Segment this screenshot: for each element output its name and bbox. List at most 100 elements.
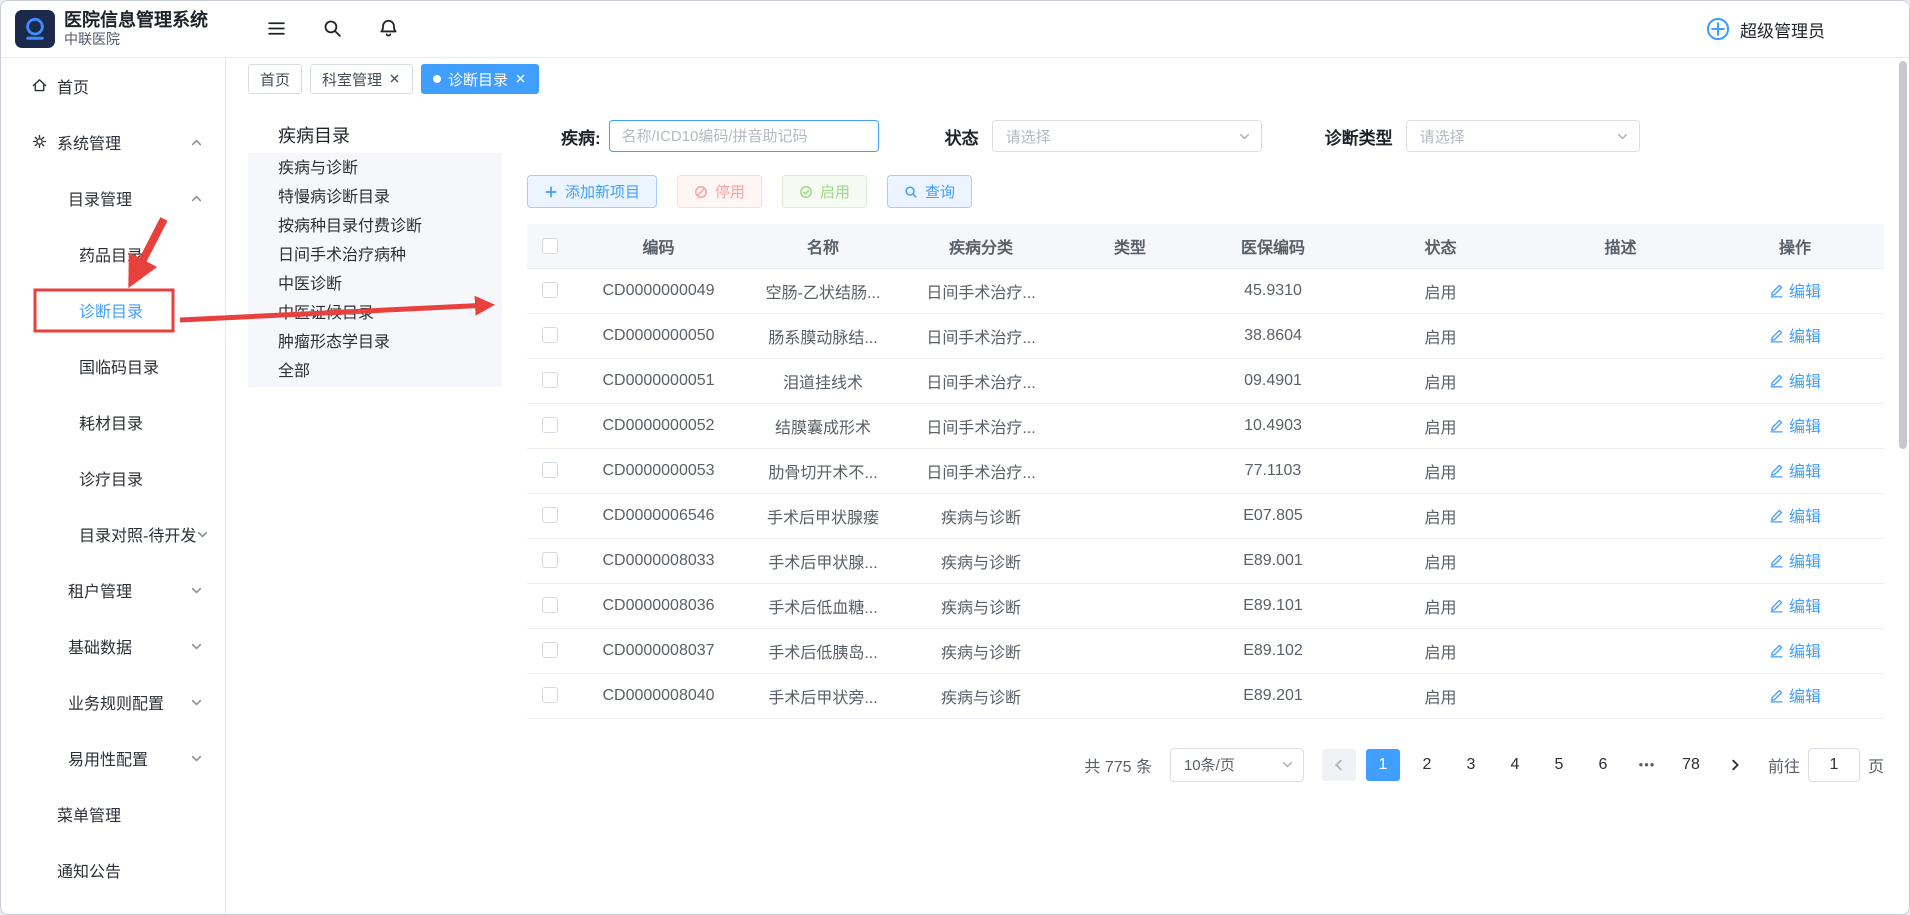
page-button-4[interactable]: 4 — [1498, 749, 1532, 781]
catalog-item[interactable]: 全部 — [248, 357, 502, 386]
sidebar-item-catalog-mapping[interactable]: 目录对照-待开发 — [1, 506, 225, 562]
row-checkbox[interactable] — [542, 597, 558, 613]
page-button-3[interactable]: 3 — [1454, 749, 1488, 781]
page-more-button[interactable]: ••• — [1630, 749, 1664, 781]
edit-button[interactable]: 编辑 — [1769, 503, 1821, 527]
row-checkbox[interactable] — [542, 327, 558, 343]
chevron-right-icon — [1728, 758, 1742, 772]
home-icon — [31, 77, 49, 95]
catalog-item[interactable]: 疾病与诊断 — [248, 154, 502, 183]
page-button-78[interactable]: 78 — [1674, 749, 1708, 781]
search-icon — [904, 185, 918, 199]
row-checkbox[interactable] — [542, 507, 558, 523]
tab-department-management[interactable]: 科室管理 — [310, 64, 413, 94]
cell-type — [1060, 358, 1200, 403]
sidebar-item-catalog-management[interactable]: 目录管理 — [1, 170, 225, 226]
chevron-down-icon — [190, 752, 203, 765]
edit-button[interactable]: 编辑 — [1769, 323, 1821, 347]
sidebar-item-tenant-management[interactable]: 租户管理 — [1, 562, 225, 618]
catalog-item[interactable]: 按病种目录付费诊断 — [248, 212, 502, 241]
user-menu[interactable]: 超级管理员 — [1705, 16, 1825, 42]
sidebar-item-basic-data[interactable]: 基础数据 — [1, 618, 225, 674]
enable-button[interactable]: 启用 — [782, 175, 867, 208]
table-header-row: 编码 名称 疾病分类 类型 医保编码 状态 描述 操作 — [527, 224, 1884, 268]
row-checkbox[interactable] — [542, 372, 558, 388]
goto-page-input[interactable] — [1808, 748, 1860, 782]
catalog-item[interactable]: 日间手术治疗病种 — [248, 241, 502, 270]
sidebar-item-business-rules-config[interactable]: 业务规则配置 — [1, 674, 225, 730]
row-checkbox[interactable] — [542, 552, 558, 568]
close-icon[interactable] — [389, 73, 401, 85]
data-table: 编码 名称 疾病分类 类型 医保编码 状态 描述 操作 CD0000000049… — [527, 224, 1884, 719]
edit-button[interactable]: 编辑 — [1769, 413, 1821, 437]
query-button[interactable]: 查询 — [887, 175, 972, 208]
catalog-item[interactable]: 中医证候目录 — [248, 299, 502, 328]
row-checkbox[interactable] — [542, 282, 558, 298]
disease-search-input[interactable] — [609, 120, 879, 152]
prev-page-button[interactable] — [1322, 749, 1356, 781]
sidebar-item-system-management[interactable]: 系统管理 — [1, 114, 225, 170]
catalog-item[interactable]: 肿瘤形态学目录 — [248, 328, 502, 357]
page-button-5[interactable]: 5 — [1542, 749, 1576, 781]
edit-button[interactable]: 编辑 — [1769, 638, 1821, 662]
tab-home[interactable]: 首页 — [248, 64, 302, 94]
page-size-select[interactable]: 10条/页 — [1170, 748, 1304, 782]
page-button-2[interactable]: 2 — [1410, 749, 1444, 781]
cell-status: 启用 — [1346, 358, 1535, 403]
sidebar-item-menu-management[interactable]: 菜单管理 — [1, 786, 225, 842]
edit-button[interactable]: 编辑 — [1769, 278, 1821, 302]
sidebar-item-usability-config[interactable]: 易用性配置 — [1, 730, 225, 786]
sidebar-item-notice[interactable]: 通知公告 — [1, 842, 225, 898]
goto-label: 前往 — [1768, 753, 1800, 777]
tab-diagnosis-catalog[interactable]: 诊断目录 — [421, 64, 539, 94]
sidebar-item-treatment-catalog[interactable]: 诊疗目录 — [1, 450, 225, 506]
row-checkbox[interactable] — [542, 687, 558, 703]
cell-description — [1535, 583, 1706, 628]
pagination-total: 共 775 条 — [1084, 753, 1152, 777]
cell-type — [1060, 628, 1200, 673]
diagnosis-type-select[interactable]: 请选择 — [1406, 120, 1640, 152]
sidebar-item-national-code-catalog[interactable]: 国临码目录 — [1, 338, 225, 394]
catalog-item[interactable]: 中医诊断 — [248, 270, 502, 299]
sidebar-item-consumables-catalog[interactable]: 耗材目录 — [1, 394, 225, 450]
search-icon[interactable] — [322, 18, 344, 40]
select-all-checkbox[interactable] — [542, 238, 558, 254]
sidebar-item-drug-catalog[interactable]: 药品目录 — [1, 226, 225, 282]
cell-name: 结膜囊成形术 — [744, 403, 902, 448]
status-select[interactable]: 请选择 — [992, 120, 1262, 152]
sidebar-item-home[interactable]: 首页 — [1, 58, 225, 114]
catalog-item[interactable]: 特慢病诊断目录 — [248, 183, 502, 212]
disable-button[interactable]: 停用 — [677, 175, 762, 208]
cell-description — [1535, 673, 1706, 718]
edit-button[interactable]: 编辑 — [1769, 458, 1821, 482]
cell-name: 手术后甲状腺... — [744, 538, 902, 583]
cell-code: CD0000008037 — [573, 628, 744, 673]
page-button-1[interactable]: 1 — [1366, 749, 1400, 781]
page-button-6[interactable]: 6 — [1586, 749, 1620, 781]
row-checkbox[interactable] — [542, 642, 558, 658]
row-checkbox[interactable] — [542, 462, 558, 478]
table-row: CD0000008037 手术后低胰岛... 疾病与诊断 E89.102 启用 … — [527, 628, 1884, 673]
cell-insurance-code: 38.8604 — [1200, 313, 1346, 358]
close-icon[interactable] — [515, 73, 527, 85]
edit-button[interactable]: 编辑 — [1769, 683, 1821, 707]
sidebar-item-diagnosis-catalog[interactable]: 诊断目录 — [1, 282, 225, 338]
cell-description — [1535, 493, 1706, 538]
icon-spacer — [31, 805, 49, 823]
menu-fold-icon[interactable] — [266, 18, 288, 40]
add-item-button[interactable]: 添加新项目 — [527, 175, 657, 208]
medical-badge-icon — [1705, 16, 1731, 42]
next-page-button[interactable] — [1718, 749, 1752, 781]
cell-category: 疾病与诊断 — [902, 538, 1060, 583]
bell-icon[interactable] — [378, 18, 400, 40]
edit-button[interactable]: 编辑 — [1769, 593, 1821, 617]
vertical-scrollbar[interactable] — [1899, 61, 1907, 449]
sidebar: 首页 系统管理 目录管理 药品目录 诊断目录 国临码目录 耗材目录 诊疗目录 目… — [1, 58, 226, 914]
table-row: CD0000000053 肋骨切开术不... 日间手术治疗... 77.1103… — [527, 448, 1884, 493]
edit-button[interactable]: 编辑 — [1769, 368, 1821, 392]
cell-name: 手术后低胰岛... — [744, 628, 902, 673]
cell-category: 疾病与诊断 — [902, 628, 1060, 673]
edit-button[interactable]: 编辑 — [1769, 548, 1821, 572]
cell-category: 日间手术治疗... — [902, 268, 1060, 313]
row-checkbox[interactable] — [542, 417, 558, 433]
